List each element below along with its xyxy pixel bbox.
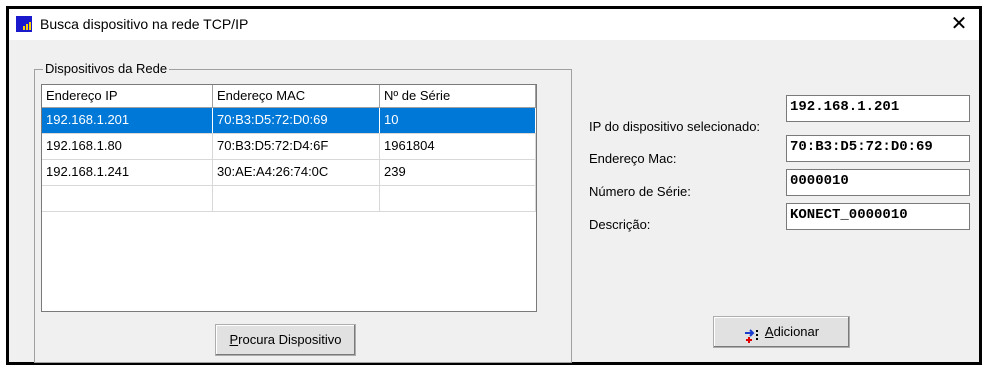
network-devices-group: Dispositivos da Rede Endereço IP Endereç… (34, 61, 572, 363)
serial-label: Número de Série: (589, 184, 691, 199)
column-header-ip[interactable]: Endereço IP (42, 85, 213, 107)
window-title: Busca dispositivo na rede TCP/IP (40, 16, 249, 32)
cell-mac (213, 186, 380, 211)
column-header-serial[interactable]: Nº de Série (380, 85, 536, 107)
add-button-label: dicionar (773, 324, 820, 339)
cell-ip: 192.168.1.80 (42, 134, 213, 159)
mac-label: Endereço Mac: (589, 151, 677, 166)
device-list[interactable]: Endereço IP Endereço MAC Nº de Série 192… (41, 84, 537, 312)
table-row[interactable]: 192.168.1.201 70:B3:D5:72:D0:69 10 (42, 108, 536, 134)
cell-mac: 30:AE:A4:26:74:0C (213, 160, 380, 185)
serial-field[interactable]: 0000010 (786, 169, 970, 196)
list-header: Endereço IP Endereço MAC Nº de Série (42, 85, 536, 108)
table-row[interactable]: 192.168.1.241 30:AE:A4:26:74:0C 239 (42, 160, 536, 186)
ip-label: IP do dispositivo selecionado: (589, 119, 761, 134)
cell-serial: 10 (380, 108, 536, 133)
cell-ip: 192.168.1.241 (42, 160, 213, 185)
cell-ip (42, 186, 213, 211)
column-header-mac[interactable]: Endereço MAC (213, 85, 380, 107)
add-button[interactable]: Adicionar (713, 316, 850, 348)
cell-ip: 192.168.1.201 (42, 108, 213, 133)
search-device-button[interactable]: Procura Dispositivo (215, 324, 356, 356)
cell-mac: 70:B3:D5:72:D4:6F (213, 134, 380, 159)
description-label: Descrição: (589, 217, 651, 232)
add-button-mnemonic: A (764, 324, 774, 339)
table-row[interactable]: 192.168.1.80 70:B3:D5:72:D4:6F 1961804 (42, 134, 536, 160)
mac-field[interactable]: 70:B3:D5:72:D0:69 (786, 135, 970, 162)
group-label: Dispositivos da Rede (43, 61, 170, 76)
dialog-window: Busca dispositivo na rede TCP/IP ✕ Dispo… (6, 6, 982, 365)
description-field[interactable]: KONECT_0000010 (786, 203, 970, 230)
search-button-mnemonic: P (229, 332, 239, 347)
cell-serial: 1961804 (380, 134, 536, 159)
table-row[interactable] (42, 186, 536, 212)
title-bar[interactable]: Busca dispositivo na rede TCP/IP ✕ (9, 9, 979, 40)
close-icon[interactable]: ✕ (945, 10, 973, 38)
add-icon (744, 325, 762, 343)
cell-serial: 239 (380, 160, 536, 185)
ip-field[interactable]: 192.168.1.201 (786, 95, 970, 122)
search-button-label: rocura Dispositivo (238, 332, 342, 347)
app-icon (16, 16, 32, 32)
cell-mac: 70:B3:D5:72:D0:69 (213, 108, 380, 133)
cell-serial (380, 186, 536, 211)
